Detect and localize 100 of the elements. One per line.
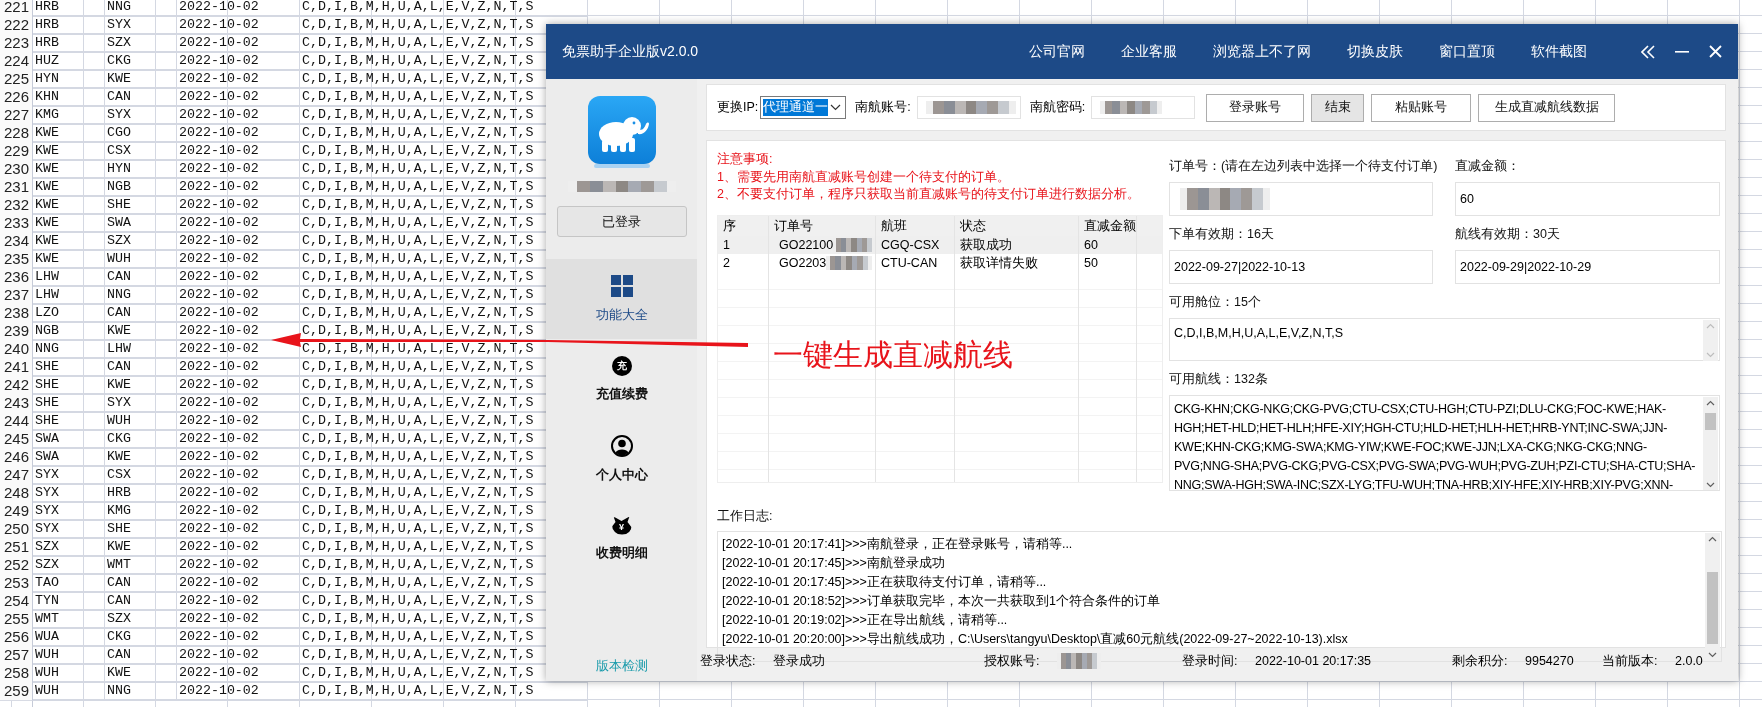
log-line: [2022-10-01 20:17:41]>>>南航登录，正在登录账号，请稍等...: [722, 536, 1074, 553]
row-number: 259: [0, 682, 33, 701]
table-cell: NGB: [33, 322, 105, 341]
toolbar-button[interactable]: 登录账号: [1206, 93, 1305, 122]
table-cell: 2022-10-02: [177, 304, 300, 323]
table-cell: SYX: [33, 520, 105, 539]
password-label: 南航密码:: [1029, 99, 1086, 116]
nav-item[interactable]: 功能大全: [546, 259, 697, 339]
order-validity-field[interactable]: 2022-09-27|2022-10-13: [1169, 250, 1433, 284]
user-icon: [610, 434, 633, 457]
field-label: 下单有效期：16天: [1169, 226, 1275, 243]
table-cell: SWA: [105, 214, 177, 233]
table-cell: LHW: [33, 286, 105, 305]
table-cell: 2022-10-02: [177, 448, 300, 467]
routes-textarea[interactable]: CKG-KHN;CKG-NKG;CKG-PVG;CTU-CSX;CTU-HGH;CTU-PZI;DLU-CKG;FOC-KWE;HAK-HGH;HET-HLD;HET-HLH;HFE-XIY;HGH-CTU;HLD-HET;HLH-HET;HRB-YNT;INC-SWA;JJN-KWE;KHN-CKG;KMG-SWA;KMG-YIW;KWE-FOC;KWE-JJN;LXA-CKG;NKG-CKG;NNG-PVG;NNG-SHA;PVG-CKG;PVG-CSX;PVG-SWA;PVG-WUH;PVG-ZUH;PZI-CTU;SHA-CTU;SHA-NNG;SWA-HGH;SWA-INC;SZX-LYG;TFU-WUH;TNA-HRB;XIY-HFE;XIY-HRB;XIY-PVG;XNN-: [1169, 395, 1720, 491]
column-header: 航班: [876, 215, 955, 236]
table-cell: CGQ-CSX: [876, 235, 955, 254]
table-cell: 2022-10-02: [177, 178, 300, 197]
table-cell: SYX: [33, 484, 105, 503]
amount-field[interactable]: 60: [1455, 182, 1720, 216]
money-bag-icon: ¥: [611, 516, 632, 535]
table-cell: 2022-10-02: [177, 268, 300, 287]
password-field[interactable]: [1091, 96, 1196, 119]
table-cell: 2022-10-02: [177, 412, 300, 431]
status-label: 剩余积分:: [1452, 652, 1509, 670]
scrollbar[interactable]: [1703, 397, 1718, 490]
table-cell: 获取详情失败: [955, 253, 1079, 272]
notice-title: 注意事项:: [717, 151, 774, 168]
table-cell: SZX: [105, 610, 177, 629]
table-cell: NNG: [105, 0, 177, 17]
table-cell: CAN: [105, 88, 177, 107]
table-cell: CKG: [105, 430, 177, 449]
column-header: 状态: [955, 215, 1079, 236]
table-cell: KWE: [33, 250, 105, 269]
table-cell: HRB: [33, 0, 105, 17]
log-line: [2022-10-01 20:18:52]>>>订单获取完毕，本次一共获取到1个符合条件的订单: [722, 593, 1161, 610]
table-cell: 2022-10-02: [177, 592, 300, 611]
table-cell: CGO: [105, 124, 177, 143]
app-logo: [587, 96, 656, 168]
table-cell: HYN: [33, 70, 105, 89]
menu-item[interactable]: 窗口置顶: [1439, 42, 1495, 61]
table-cell: 2022-10-02: [177, 556, 300, 575]
table-cell: 2022-10-02: [177, 664, 300, 683]
order-number-field[interactable]: [1169, 182, 1433, 216]
route-validity-field[interactable]: 2022-09-29|2022-10-29: [1455, 250, 1720, 284]
toolbar-button[interactable]: 生成直减航线数据: [1478, 93, 1616, 122]
column-header: 序: [718, 215, 769, 236]
table-cell: TAO: [33, 574, 105, 593]
menu-item[interactable]: 企业客服: [1121, 42, 1177, 61]
table-cell: SZX: [105, 34, 177, 53]
table-cell: 2022-10-02: [177, 502, 300, 521]
minimize-icon[interactable]: [1675, 50, 1689, 53]
table-cell: SHE: [105, 520, 177, 539]
table-cell: KWE: [33, 124, 105, 143]
table-cell: SHE: [33, 376, 105, 395]
status-label: 当前版本:: [1602, 652, 1659, 670]
table-cell: 2022-10-02: [177, 466, 300, 485]
table-cell: KWE: [105, 664, 177, 683]
table-cell: SYX: [105, 394, 177, 413]
table-cell: KWE: [33, 142, 105, 161]
cabins-textarea[interactable]: C,D,I,B,M,H,U,A,L,E,V,Z,N,T,S: [1169, 318, 1720, 361]
table-cell: SYX: [105, 16, 177, 35]
table-cell: 2022-10-02: [177, 574, 300, 593]
account-field[interactable]: [916, 96, 1021, 119]
toolbar-button[interactable]: 结束: [1311, 93, 1365, 122]
table-cell: SYX: [105, 106, 177, 125]
menu-item[interactable]: 公司官网: [1029, 42, 1085, 61]
table-cell: KWE: [33, 178, 105, 197]
table-cell: HUZ: [33, 52, 105, 71]
table-cell: 2022-10-02: [177, 0, 300, 17]
ip-select[interactable]: 代理通道一: [760, 96, 847, 119]
table-cell: KWE: [33, 160, 105, 179]
table-cell: 2022-10-02: [177, 160, 300, 179]
table-cell: CAN: [105, 268, 177, 287]
notice-text: 1、需要先用南航直减账号创建一个待支付的订单。: [717, 168, 1011, 186]
log-line: [2022-10-01 20:17:45]>>>南航登录成功: [722, 555, 946, 572]
recharge-icon: 充: [611, 355, 632, 376]
login-status-button[interactable]: 已登录: [556, 206, 687, 237]
close-icon[interactable]: [1709, 45, 1722, 58]
table-cell: WUH: [33, 664, 105, 683]
menu-item[interactable]: 切换皮肤: [1347, 42, 1403, 61]
scrollbar[interactable]: [1703, 320, 1718, 361]
table-cell: WUA: [33, 628, 105, 647]
table-cell: 2022-10-02: [177, 646, 300, 665]
table-cell: 2022-10-02: [177, 430, 300, 449]
table-cell: SWA: [33, 430, 105, 449]
table-cell: 2022-10-02: [177, 484, 300, 503]
table-cell: 2022-10-02: [177, 34, 300, 53]
menu-item[interactable]: 软件截图: [1531, 42, 1587, 61]
scrollbar[interactable]: [1705, 533, 1720, 661]
table-cell: WUH: [33, 682, 105, 701]
collapse-icon[interactable]: [1641, 44, 1655, 59]
field-label: 可用舱位：15个: [1169, 294, 1262, 311]
menu-item[interactable]: 浏览器上不了网: [1213, 42, 1311, 61]
table-cell: CAN: [105, 646, 177, 665]
status-label: 授权账号:: [984, 652, 1041, 670]
account-label: 南航账号:: [855, 99, 911, 116]
table-cell: CKG: [105, 628, 177, 647]
toolbar-button[interactable]: 粘贴账号: [1371, 93, 1472, 122]
table-cell: SHE: [33, 412, 105, 431]
